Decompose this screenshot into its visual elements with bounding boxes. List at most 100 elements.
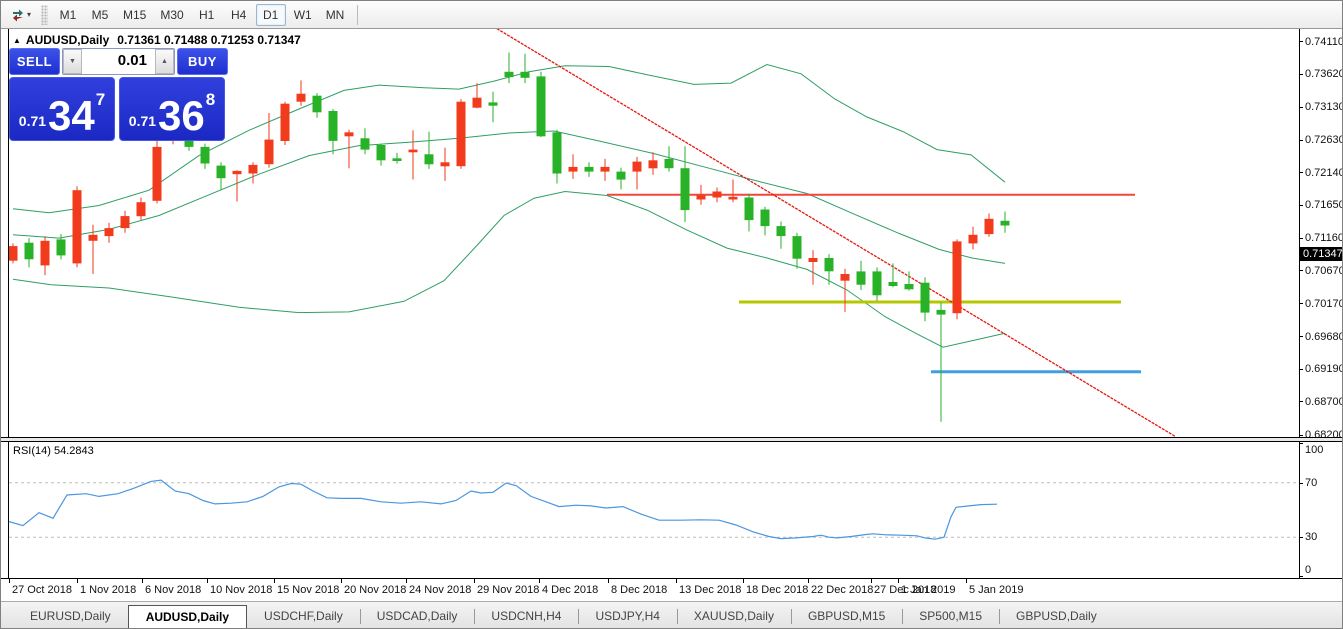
tab-usdchf-daily[interactable]: USDCHF,Daily	[247, 606, 360, 627]
collapse-triangle-icon[interactable]: ▲	[13, 36, 21, 45]
candle-37	[601, 159, 610, 181]
tab-usdcnh-h4[interactable]: USDCNH,H4	[474, 606, 578, 627]
shift-arrows-icon	[11, 8, 25, 22]
main-chart-panel: 0.741100.736200.731300.726300.721400.716…	[1, 29, 1343, 437]
candle-27	[441, 148, 450, 181]
candle-46	[745, 194, 754, 232]
rsi-axis-tick	[1299, 537, 1303, 538]
date-axis-label: 5 Jan 2019	[969, 584, 1023, 596]
date-axis-label: 10 Nov 2018	[210, 584, 272, 596]
date-axis-label: 15 Nov 2018	[277, 584, 339, 596]
sell-price-point: 7	[96, 90, 105, 110]
price-axis-tick	[1299, 435, 1303, 436]
price-axis-tick	[1299, 74, 1303, 75]
rsi-chart-canvas[interactable]	[9, 442, 1299, 578]
tf-button-w1[interactable]: W1	[288, 4, 318, 26]
tf-button-mn[interactable]: MN	[320, 4, 351, 26]
tab-gbpusd-daily[interactable]: GBPUSD,Daily	[999, 606, 1114, 627]
toolbar-grip[interactable]	[41, 5, 48, 25]
date-axis-label: 8 Dec 2018	[611, 584, 667, 596]
tab-usdcad-daily[interactable]: USDCAD,Daily	[360, 606, 475, 627]
tab-usdjpy-h4[interactable]: USDJPY,H4	[578, 606, 676, 627]
chart-tabs-bar: EURUSD,DailyAUDUSD,DailyUSDCHF,DailyUSDC…	[1, 601, 1343, 629]
price-axis-label: 0.71160	[1305, 232, 1343, 244]
tf-button-m30[interactable]: M30	[154, 4, 189, 26]
rsi-axis-label: 30	[1305, 531, 1317, 543]
sell-price-display[interactable]: 0.71 34 7	[9, 77, 115, 141]
tf-button-d1[interactable]: D1	[256, 4, 286, 26]
buy-button[interactable]: BUY	[177, 48, 228, 75]
candle-53	[857, 261, 866, 290]
date-axis-tick	[474, 579, 475, 583]
candle-12	[201, 144, 210, 169]
price-axis-tick	[1299, 107, 1303, 108]
date-axis-tick	[539, 579, 540, 583]
tab-xauusd-daily[interactable]: XAUUSD,Daily	[677, 606, 791, 627]
dropdown-caret-icon: ▾	[27, 10, 31, 19]
rsi-plot-area[interactable]	[8, 442, 1300, 578]
candle-20	[329, 109, 338, 154]
rsi-axis-label: 70	[1305, 477, 1317, 489]
date-axis-tick	[274, 579, 275, 583]
date-axis-tick	[608, 579, 609, 583]
tf-button-h4[interactable]: H4	[224, 4, 254, 26]
candle-61	[985, 214, 994, 237]
tf-button-h1[interactable]: H1	[192, 4, 222, 26]
sell-price-pips: 34	[48, 96, 95, 136]
price-axis-label: 0.68700	[1305, 396, 1343, 408]
candle-25	[409, 130, 418, 179]
tab-audusd-daily[interactable]: AUDUSD,Daily	[128, 605, 247, 629]
chart-shift-icon[interactable]: ▾	[5, 3, 37, 27]
candle-36	[585, 162, 594, 177]
lot-decrease-button[interactable]: ▼	[63, 49, 82, 74]
lot-size-control: ▼ 0.01 ▲	[62, 48, 175, 75]
tf-button-m5[interactable]: M5	[85, 4, 115, 26]
tf-button-m1[interactable]: M1	[53, 4, 83, 26]
mt4-window: ▾ M1M5M15M30H1H4D1W1MN 0.74110 0.73620 0.7…	[0, 0, 1343, 629]
price-axis-label: 0.72140	[1305, 167, 1343, 179]
tab-eurusd-daily[interactable]: EURUSD,Daily	[13, 606, 128, 627]
candle-45	[729, 180, 738, 203]
candle-42	[681, 146, 690, 222]
price-axis-label: 0.69680	[1305, 331, 1343, 343]
date-axis-label: 20 Nov 2018	[344, 584, 406, 596]
sell-button[interactable]: SELL	[9, 48, 60, 75]
date-axis-label: 13 Dec 2018	[679, 584, 741, 596]
candle-59	[953, 239, 962, 319]
candle-32	[521, 54, 530, 83]
date-axis[interactable]: 27 Oct 20181 Nov 20186 Nov 201810 Nov 20…	[1, 578, 1343, 601]
tf-button-m15[interactable]: M15	[117, 4, 152, 26]
rsi-axis: 10070300	[1299, 442, 1343, 578]
candle-49	[793, 233, 802, 269]
price-axis[interactable]: 0.741100.736200.731300.726300.721400.716…	[1299, 29, 1343, 437]
price-axis-label: 0.73620	[1305, 68, 1343, 80]
candle-35	[569, 154, 578, 179]
rsi-axis-label: 0	[1305, 564, 1311, 576]
candle-50	[809, 250, 818, 285]
candle-23	[377, 144, 386, 166]
buy-price-display[interactable]: 0.71 36 8	[119, 77, 225, 141]
tab-gbpusd-m15[interactable]: GBPUSD,M15	[791, 606, 902, 627]
rsi-axis-tick	[1299, 483, 1303, 484]
date-axis-label: 29 Nov 2018	[477, 584, 539, 596]
date-axis-tick	[676, 579, 677, 583]
price-axis-tick	[1299, 369, 1303, 370]
lot-size-field[interactable]: 0.01	[82, 49, 155, 74]
one-click-trading-panel: SELL ▼ 0.01 ▲ BUY 0.71 34 7 0.71 36 8	[9, 48, 228, 142]
price-axis-tick	[1299, 205, 1303, 206]
candle-2	[41, 236, 50, 275]
candle-5	[89, 225, 98, 274]
date-axis-tick	[966, 579, 967, 583]
current-price-tag: 0.71347	[1300, 247, 1343, 261]
rsi-axis-tick	[1299, 576, 1303, 577]
date-axis-tick	[207, 579, 208, 583]
candle-33	[537, 72, 546, 137]
descending-trendline[interactable]	[490, 29, 1175, 436]
candle-29	[473, 83, 482, 108]
price-axis-label: 0.74110	[1305, 36, 1343, 48]
tab-sp500-m15[interactable]: SP500,M15	[902, 606, 999, 627]
lot-increase-button[interactable]: ▲	[155, 49, 174, 74]
bollinger-middle-band	[13, 131, 1005, 263]
candle-21	[345, 130, 354, 169]
top-toolbar: ▾ M1M5M15M30H1H4D1W1MN	[1, 1, 1342, 29]
